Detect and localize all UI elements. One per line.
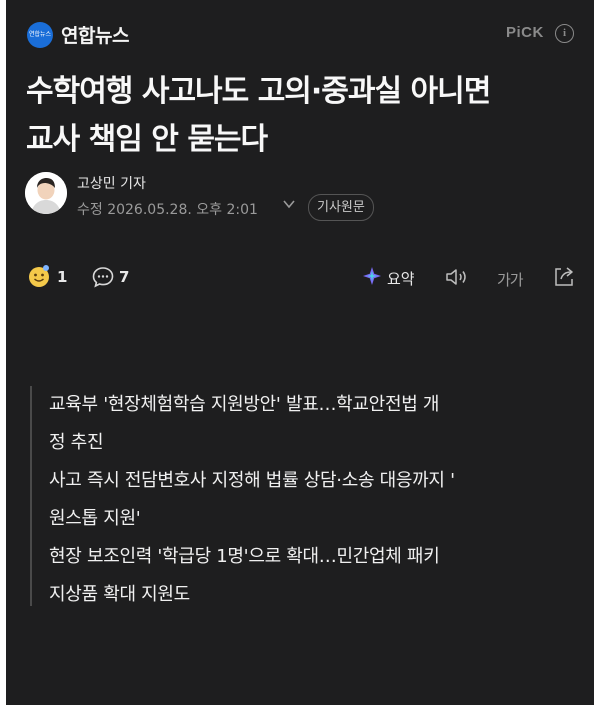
font-size-button[interactable]: 가가: [497, 269, 524, 290]
subhead-line: 정 추진: [49, 432, 104, 453]
chevron-down-icon[interactable]: [282, 197, 296, 211]
article-date[interactable]: 수정 2026.05.28. 오후 2:01: [77, 199, 295, 219]
subhead-line: 원스톱 지원': [49, 508, 141, 529]
article-title: 수학여행 사고나도 고의·중과실 아니면 교사 책임 안 묻는다: [26, 68, 586, 164]
press-header: 연합뉴스 연합뉴스 PiCK i: [6, 0, 594, 62]
subhead-line: 지상품 확대 지원도: [49, 584, 190, 605]
reaction-count: 1: [57, 268, 68, 286]
summary-button[interactable]: 요약: [387, 268, 415, 289]
subhead-line: 교육부 '현장체험학습 지원방안' 발표…학교안전법 개: [49, 394, 440, 415]
info-icon[interactable]: i: [555, 24, 574, 43]
comment-count: 7: [119, 268, 130, 286]
reporter-name[interactable]: 고상민 기자: [77, 173, 146, 193]
share-icon[interactable]: [552, 264, 576, 288]
original-article-button[interactable]: 기사원문: [308, 194, 374, 221]
subhead-line: 사고 즉시 전담변호사 지정해 법률 상담·소송 대응까지 ': [49, 470, 455, 491]
ai-summary-icon[interactable]: [362, 266, 382, 286]
title-line-1: 수학여행 사고나도 고의·중과실 아니면: [26, 74, 491, 109]
reporter-avatar[interactable]: [25, 172, 67, 214]
press-name[interactable]: 연합뉴스: [61, 21, 129, 48]
article-subheads: 교육부 '현장체험학습 지원방안' 발표…학교안전법 개 정 추진 사고 즉시 …: [30, 386, 572, 606]
title-line-2: 교사 책임 안 묻는다: [26, 122, 268, 157]
comment-bubble-icon[interactable]: [91, 265, 115, 289]
article-screen: 연합뉴스 연합뉴스 PiCK i 수학여행 사고나도 고의·중과실 아니면 교사…: [6, 0, 594, 705]
smiley-reaction-icon[interactable]: [27, 264, 51, 288]
speaker-icon[interactable]: [444, 265, 470, 289]
pick-label: PiCK: [506, 24, 544, 41]
press-logo[interactable]: 연합뉴스: [27, 22, 53, 48]
date-text: 수정 2026.05.28. 오후 2:01: [77, 202, 258, 218]
subhead-line: 현장 보조인력 '학급당 1명'으로 확대…민간업체 패키: [49, 546, 440, 567]
